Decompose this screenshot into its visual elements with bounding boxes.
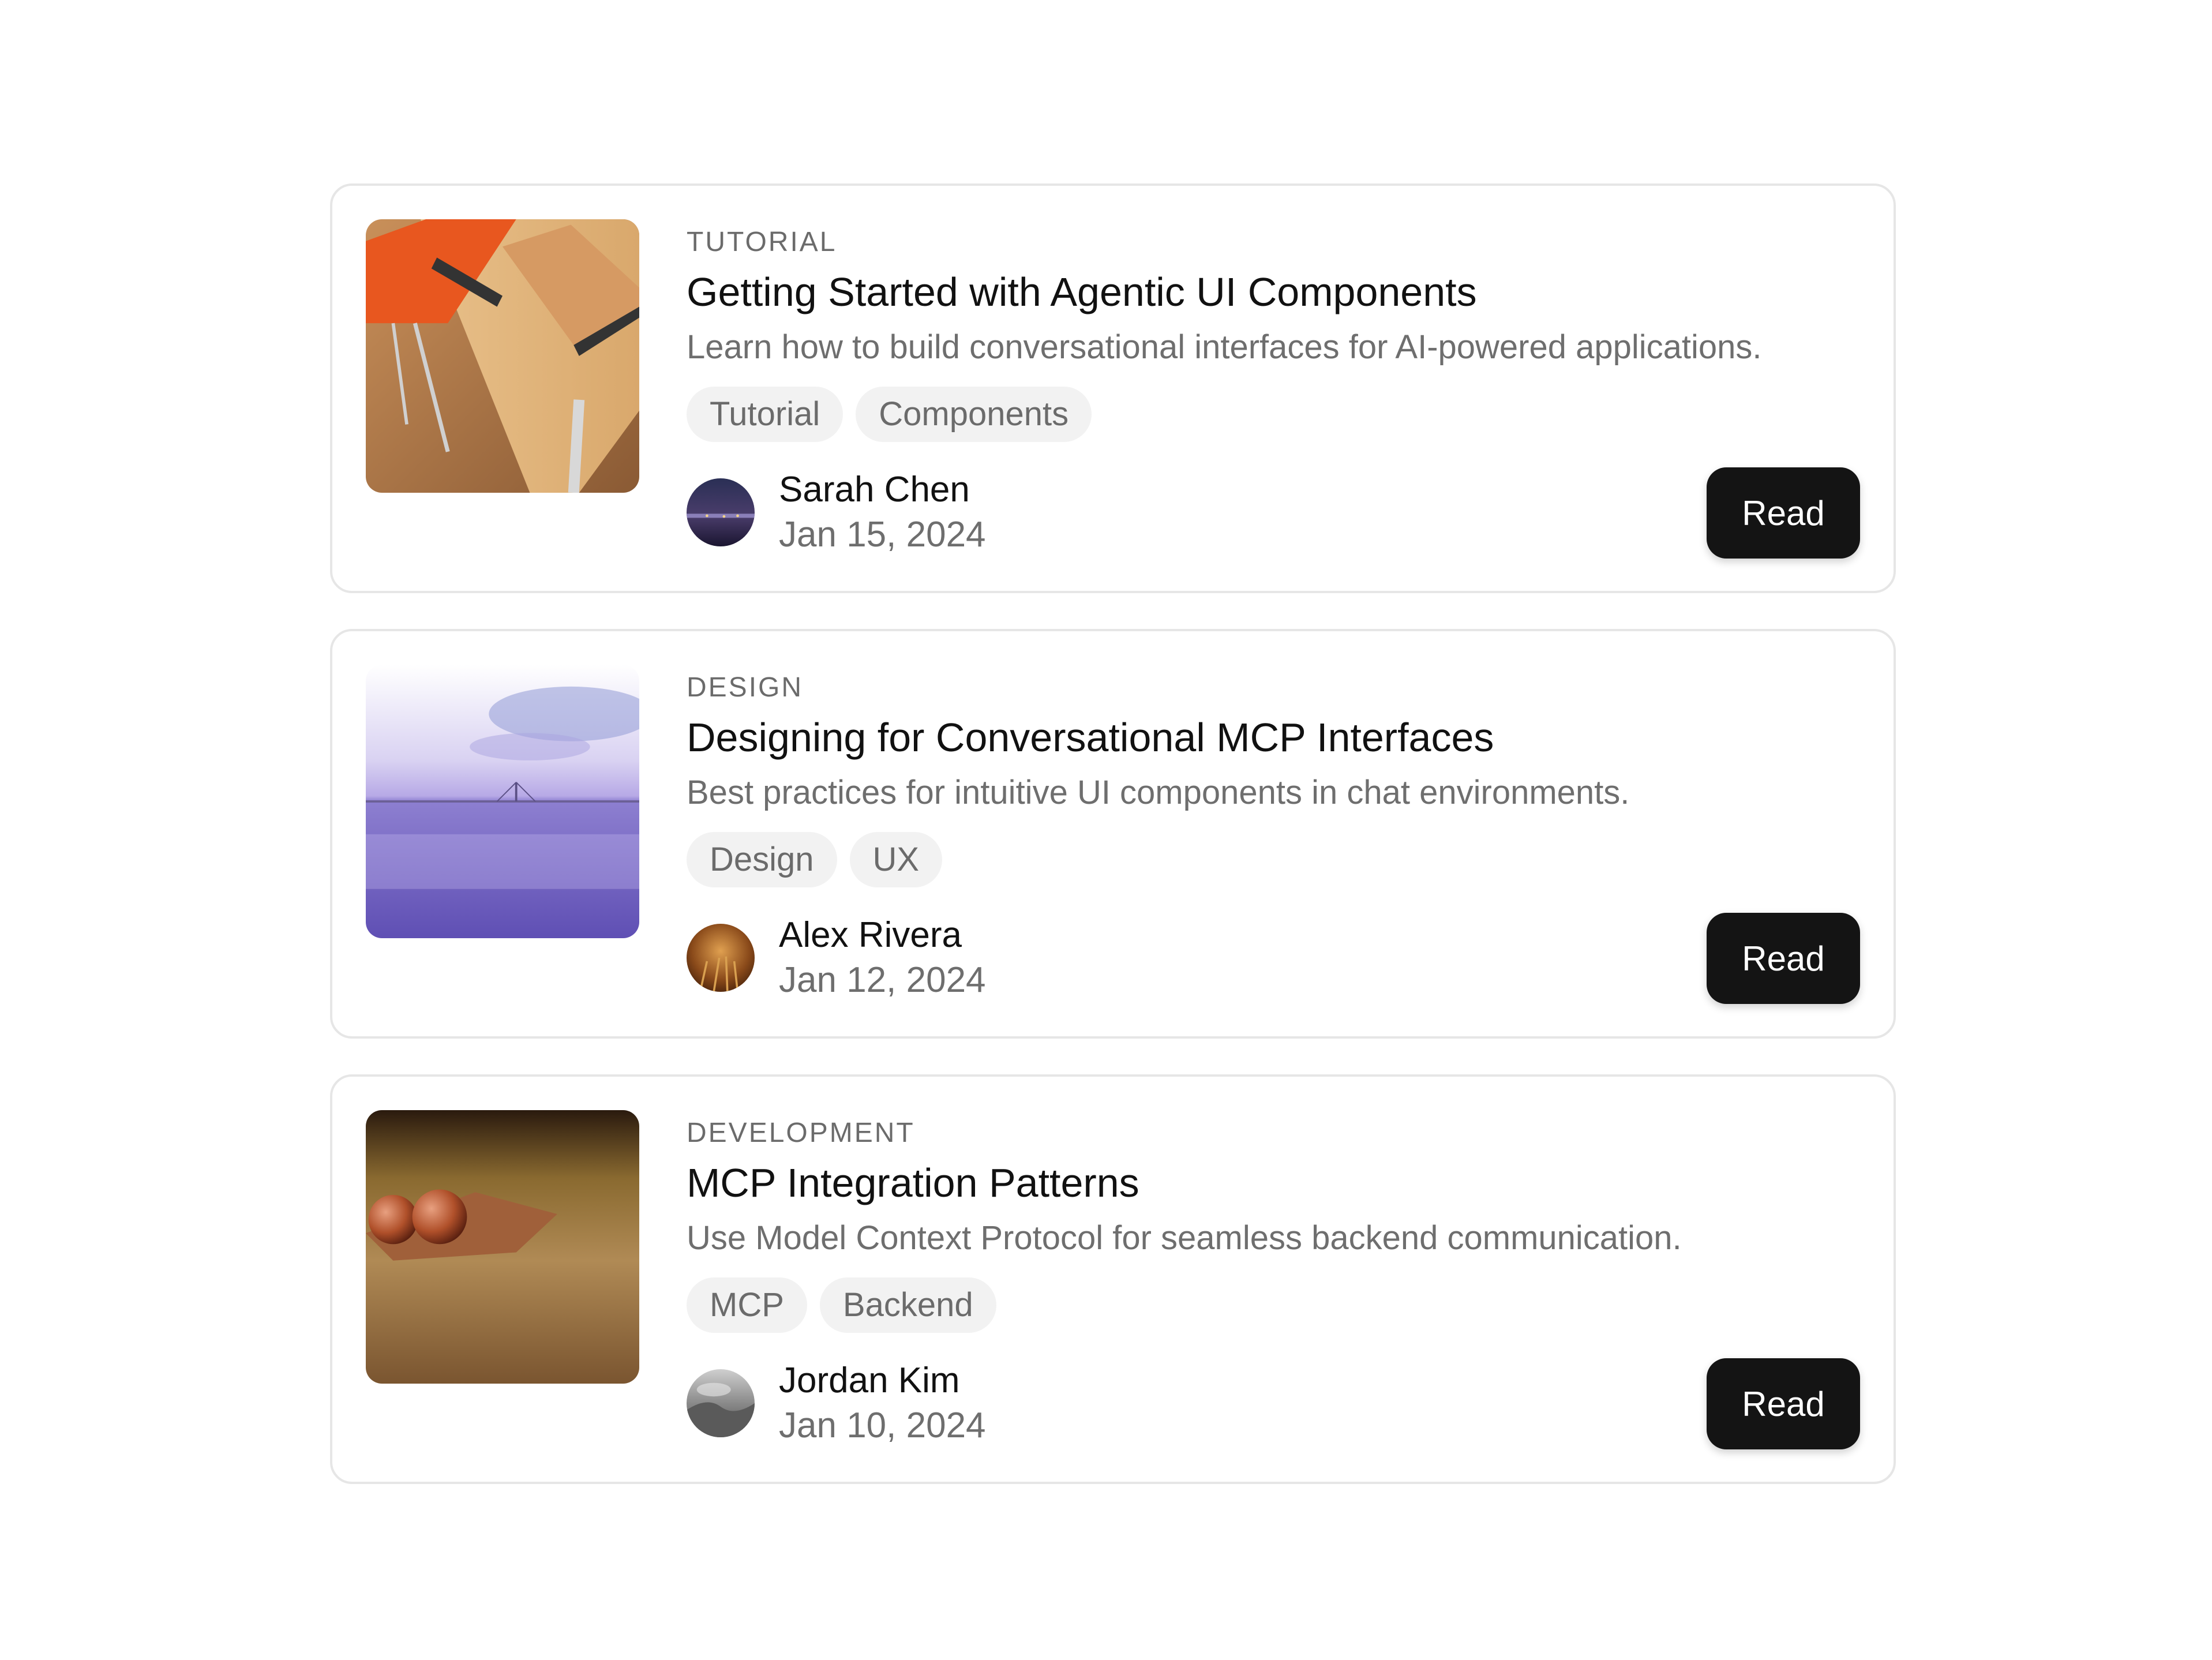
tag-list: Design UX: [687, 832, 1860, 887]
read-button[interactable]: Read: [1707, 1358, 1860, 1449]
night-city-avatar-icon: [687, 478, 755, 546]
article-list: TUTORIAL Getting Started with Agentic UI…: [330, 183, 1896, 1520]
article-category: DEVELOPMENT: [687, 1118, 915, 1148]
article-description: Best practices for intuitive UI componen…: [687, 774, 1630, 811]
article-description: Use Model Context Protocol for seamless …: [687, 1219, 1682, 1257]
avatar: [687, 478, 755, 546]
article-category: DESIGN: [687, 672, 804, 703]
article-card: TUTORIAL Getting Started with Agentic UI…: [330, 183, 1896, 593]
author-info: Alex Rivera Jan 12, 2024: [687, 913, 986, 1003]
author-name: Jordan Kim: [779, 1361, 960, 1400]
avatar: [687, 924, 755, 992]
article-title[interactable]: Getting Started with Agentic UI Componen…: [687, 268, 1860, 316]
article-description: Learn how to build conversational interf…: [687, 328, 1762, 366]
tag-chip[interactable]: Backend: [819, 1277, 996, 1333]
tag-chip[interactable]: UX: [849, 832, 943, 887]
article-thumbnail: [366, 219, 639, 493]
publish-date: Jan 15, 2024: [779, 515, 986, 554]
tag-chip[interactable]: MCP: [687, 1277, 807, 1333]
publish-date: Jan 12, 2024: [779, 960, 986, 1000]
mono-landscape-avatar-icon: [687, 1369, 755, 1437]
desk-notebook-chair-photo-icon: [366, 219, 639, 493]
article-thumbnail: [366, 1110, 639, 1384]
avatar: [687, 1369, 755, 1437]
tag-chip[interactable]: Tutorial: [687, 387, 843, 442]
article-card: DEVELOPMENT MCP Integration Patterns Use…: [330, 1074, 1896, 1484]
article-title[interactable]: MCP Integration Patterns: [687, 1159, 1860, 1207]
article-thumbnail: [366, 665, 639, 938]
article-title[interactable]: Designing for Conversational MCP Interfa…: [687, 713, 1860, 762]
article-category: TUTORIAL: [687, 227, 837, 257]
author-name: Alex Rivera: [779, 915, 962, 955]
author-info: Sarah Chen Jan 15, 2024: [687, 467, 986, 557]
golden-field-avatar-icon: [687, 924, 755, 992]
read-button[interactable]: Read: [1707, 913, 1860, 1004]
author-name: Sarah Chen: [779, 470, 970, 509]
tag-chip[interactable]: Design: [687, 832, 837, 887]
tag-chip[interactable]: Components: [856, 387, 1092, 442]
berries-on-leaf-photo-icon: [366, 1110, 639, 1384]
purple-sea-bridge-photo-icon: [366, 665, 639, 938]
publish-date: Jan 10, 2024: [779, 1406, 986, 1445]
article-card: DESIGN Designing for Conversational MCP …: [330, 629, 1896, 1039]
author-info: Jordan Kim Jan 10, 2024: [687, 1358, 986, 1448]
tag-list: Tutorial Components: [687, 387, 1860, 442]
tag-list: MCP Backend: [687, 1277, 1860, 1333]
read-button[interactable]: Read: [1707, 467, 1860, 559]
